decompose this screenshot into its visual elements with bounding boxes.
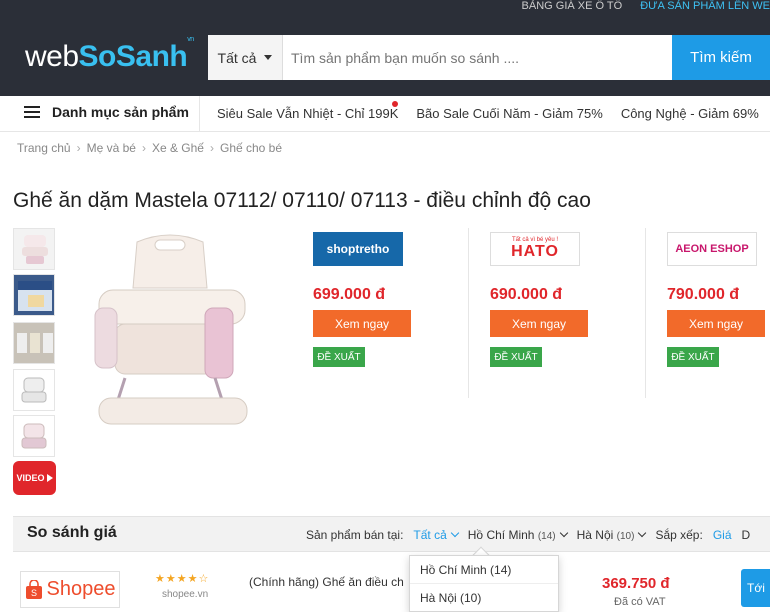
offer-card-hato: Tất cả vì bé yêu ! HATO 690.000 đ Xem ng…	[490, 232, 620, 367]
car-price-link[interactable]: BẢNG GIÁ XE Ô TÔ	[522, 0, 623, 16]
chair-pink-image	[21, 423, 47, 449]
offer-card-shoptretho: shoptretho 699.000 đ Xem ngay ĐỀ XUẤT	[313, 232, 443, 367]
view-now-button[interactable]: Xem ngay	[667, 310, 765, 337]
play-icon	[46, 474, 53, 482]
product-box-image	[18, 281, 52, 311]
rating-stars: ★★★★☆	[155, 573, 210, 585]
caret-down-icon	[264, 55, 273, 60]
offer-card-aeon: AEON ESHOP 790.000 đ Xem ngay ĐỀ XUẤT	[667, 232, 770, 367]
shopee-logo[interactable]: S Shopee	[20, 571, 120, 608]
compare-title: So sánh giá	[27, 524, 117, 541]
promo-link-2[interactable]: Bão Sale Cuối Năm - Giảm 75%	[416, 106, 602, 121]
sort-price-option[interactable]: Giá	[713, 528, 732, 542]
go-to-shop-button[interactable]: Tới	[741, 569, 770, 607]
chevron-down-icon	[559, 528, 568, 538]
search-category-select[interactable]: Tất cả	[208, 35, 283, 80]
search-input[interactable]	[283, 35, 672, 80]
category-menu-label: Danh mục sản phẩm	[52, 104, 189, 120]
filter-all-dropdown[interactable]: Tất cả	[413, 528, 460, 542]
breadcrumb-mom-baby[interactable]: Mẹ và bé	[87, 141, 136, 155]
baby-chair-image	[22, 235, 48, 264]
search-bar: Tất cả Tìm kiếm	[208, 35, 770, 80]
nav-divider	[199, 96, 200, 132]
compare-filters: Sản phẩm bán tại: Tất cả Hồ Chí Minh (14…	[306, 528, 750, 542]
location-dropdown-menu: Hồ Chí Minh (14) Hà Nội (10)	[409, 555, 559, 612]
view-now-button[interactable]: Xem ngay	[490, 310, 588, 337]
hato-logo[interactable]: Tất cả vì bé yêu ! HATO	[490, 232, 580, 266]
breadcrumb-stroller-chair[interactable]: Xe & Ghế	[152, 141, 204, 155]
aeon-eshop-logo[interactable]: AEON ESHOP	[667, 232, 757, 266]
chevron-down-icon	[638, 528, 647, 538]
vat-note: Đã có VAT	[614, 596, 666, 608]
sort-more-option[interactable]: D	[742, 528, 751, 542]
sort-label: Sắp xếp:	[655, 528, 703, 542]
offer-divider-2	[645, 228, 646, 398]
breadcrumb-baby-chair[interactable]: Ghế cho bé	[220, 141, 282, 155]
listing-product-name[interactable]: (Chính hãng) Ghế ăn điều ch	[249, 575, 409, 589]
sold-at-label: Sản phẩm bán tại:	[306, 528, 404, 542]
category-menu-button[interactable]: Danh mục sản phẩm	[24, 104, 189, 120]
shop-domain: shopee.vn	[162, 589, 209, 600]
promo-links: Siêu Sale Vẫn Nhiệt - Chỉ 199K Bão Sale …	[217, 106, 770, 121]
filter-hcm-dropdown[interactable]: Hồ Chí Minh (14)	[468, 528, 568, 542]
recommended-badge: ĐỀ XUẤT	[313, 347, 365, 367]
search-button[interactable]: Tìm kiếm	[672, 35, 770, 80]
filter-hanoi-dropdown[interactable]: Hà Nội (10)	[577, 528, 647, 542]
offer-divider-1	[468, 228, 469, 398]
page-title: Ghế ăn dặm Mastela 07112/ 07110/ 07113 -…	[13, 189, 591, 212]
promo-link-3[interactable]: Công Nghệ - Giảm 69%	[621, 106, 759, 121]
product-main-image[interactable]	[85, 228, 255, 433]
chair-side-image	[21, 377, 47, 403]
product-thumbnail-1[interactable]	[13, 228, 55, 270]
product-thumbnail-4[interactable]	[13, 369, 55, 411]
listing-price: 369.750 đ	[602, 575, 670, 592]
video-button[interactable]: VIDEO	[13, 461, 56, 495]
promo-link-1[interactable]: Siêu Sale Vẫn Nhiệt - Chỉ 199K	[217, 106, 398, 121]
offer-price: 790.000 đ	[667, 286, 740, 303]
svg-text:S: S	[31, 588, 37, 598]
view-now-button[interactable]: Xem ngay	[313, 310, 411, 337]
dropdown-option-hcm[interactable]: Hồ Chí Minh (14)	[410, 556, 558, 584]
product-thumbnail-3[interactable]	[13, 322, 55, 364]
shopping-bag-icon: S	[25, 579, 42, 599]
new-indicator-dot	[392, 101, 398, 107]
offer-price: 699.000 đ	[313, 286, 386, 303]
chevron-down-icon	[450, 528, 460, 538]
breadcrumb-home[interactable]: Trang chủ	[17, 141, 71, 155]
breadcrumb: Trang chủ › Mẹ và bé › Xe & Ghế › Ghế cho b…	[17, 141, 283, 155]
offer-price: 690.000 đ	[490, 286, 563, 303]
dropdown-option-hanoi[interactable]: Hà Nội (10)	[410, 584, 558, 612]
product-thumbnail-2[interactable]	[13, 274, 55, 316]
hamburger-icon	[24, 106, 40, 118]
site-logo[interactable]: webSoSanhvn	[25, 36, 194, 74]
shoptretho-logo[interactable]: shoptretho	[313, 232, 403, 266]
product-thumbnail-5[interactable]	[13, 415, 55, 457]
post-product-link[interactable]: ĐƯA SẢN PHẨM LÊN WE	[640, 0, 770, 16]
top-links: BẢNG GIÁ XE Ô TÔ ĐƯA SẢN PHẨM LÊN WE	[522, 0, 770, 16]
chair-variants-image	[14, 323, 54, 363]
recommended-badge: ĐỀ XUẤT	[667, 347, 719, 367]
recommended-badge: ĐỀ XUẤT	[490, 347, 542, 367]
